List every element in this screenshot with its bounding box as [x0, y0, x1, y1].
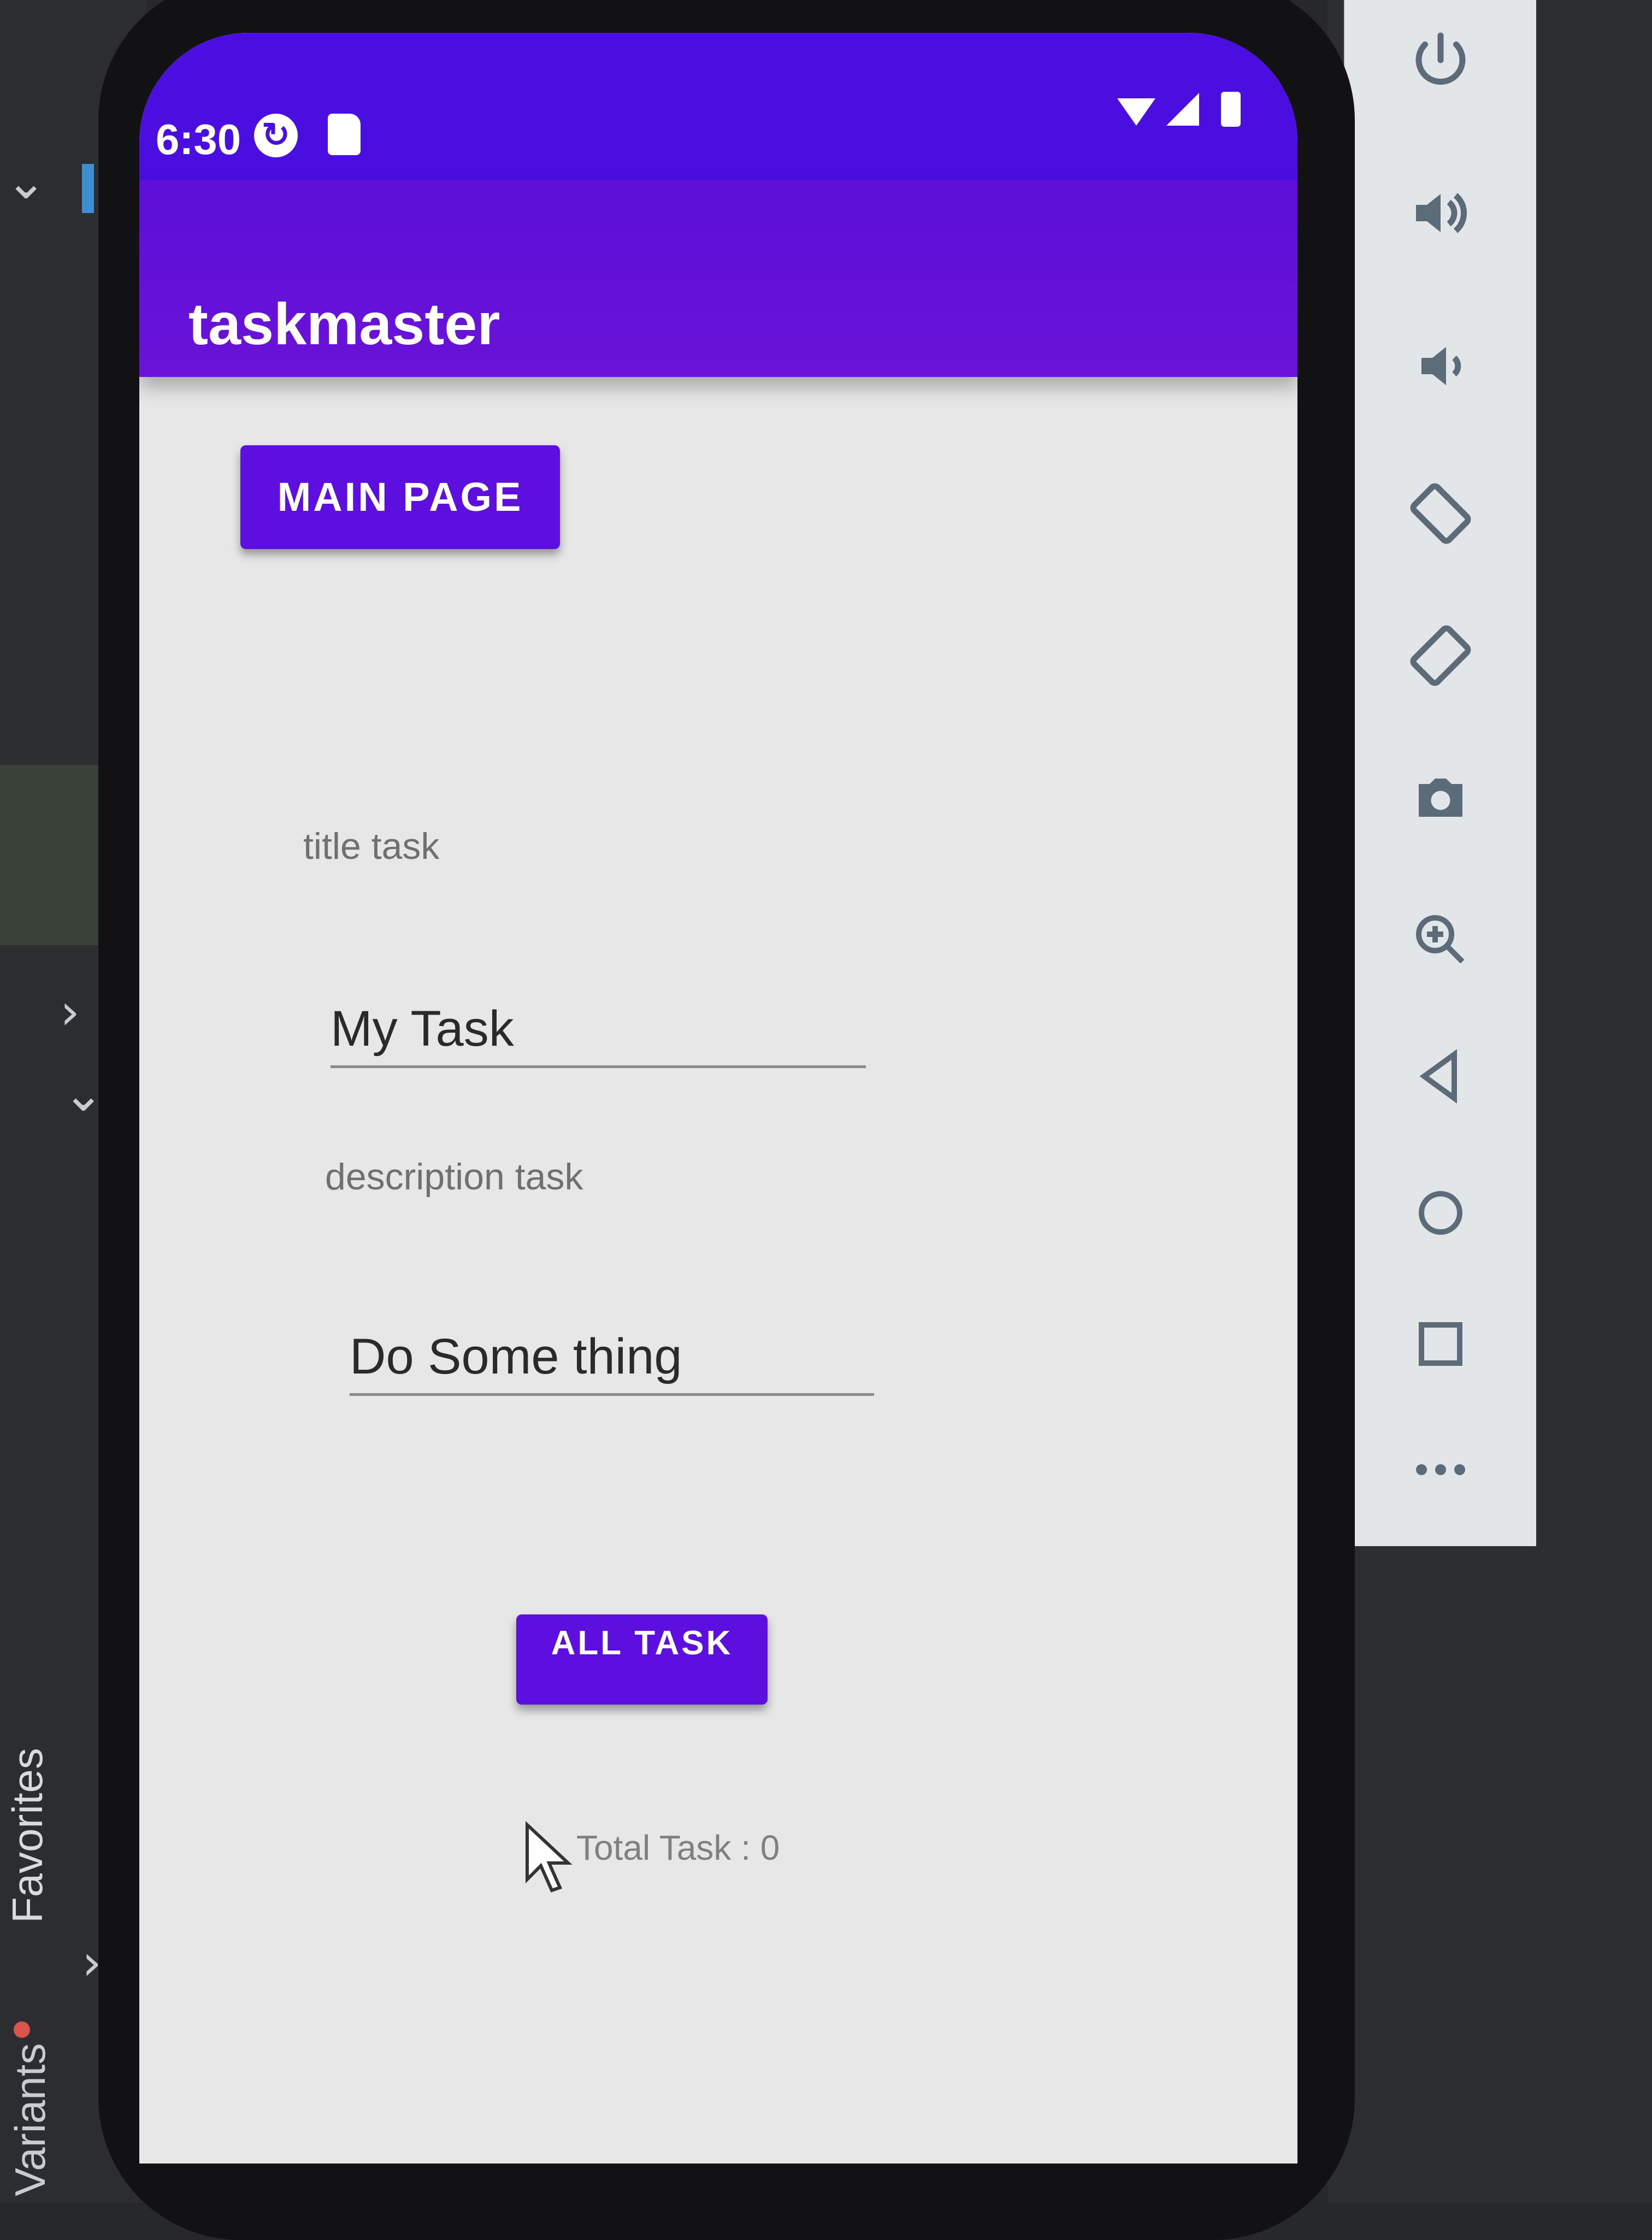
phone-screen: 6:30 ↻ taskmaster MAIN PAGE title task M…: [139, 33, 1297, 2164]
app-title: taskmaster: [188, 291, 500, 357]
overview-icon[interactable]: [1345, 1289, 1536, 1399]
chevron-down-icon[interactable]: ⌄: [5, 153, 46, 210]
description-input[interactable]: Do Some thing: [350, 1306, 874, 1396]
status-indicators: [1117, 92, 1241, 127]
zoom-icon[interactable]: [1345, 885, 1536, 994]
home-icon[interactable]: [1345, 1158, 1536, 1268]
power-icon[interactable]: [1345, 5, 1536, 115]
status-bar: 6:30 ↻: [139, 33, 1297, 180]
total-task-count: Total Task : 0: [576, 1828, 780, 1867]
all-task-button[interactable]: ALL TASK: [516, 1614, 768, 1705]
signal-icon: [1166, 93, 1199, 126]
main-page-button[interactable]: MAIN PAGE: [240, 445, 560, 549]
battery-icon: [1221, 92, 1241, 127]
camera-icon[interactable]: [1345, 743, 1536, 852]
rotate-right-icon[interactable]: [1345, 601, 1536, 710]
chevron-right-icon[interactable]: ›: [60, 983, 80, 1041]
main-content: MAIN PAGE title task My Task description…: [139, 377, 1297, 2164]
volume-down-icon[interactable]: [1345, 311, 1536, 421]
side-tab-variants[interactable]: Variants: [5, 2043, 55, 2196]
notification-icon: ↻: [254, 114, 298, 157]
title-input[interactable]: My Task: [331, 978, 866, 1068]
wifi-icon: [1117, 98, 1155, 126]
sd-card-icon: [328, 114, 361, 155]
mouse-cursor-icon: [526, 1821, 573, 1893]
emulator-toolbar: [1344, 0, 1536, 1546]
description-task-label: description task: [325, 1156, 583, 1198]
gutter-marker: [82, 164, 94, 213]
back-icon[interactable]: [1345, 1022, 1536, 1131]
description-input-value: Do Some thing: [350, 1329, 682, 1384]
volume-up-icon[interactable]: [1345, 158, 1536, 268]
rotate-left-icon[interactable]: [1345, 459, 1536, 568]
app-bar: taskmaster: [139, 180, 1297, 377]
title-input-value: My Task: [331, 1001, 514, 1057]
variants-indicator-dot: [14, 2021, 30, 2038]
side-tab-favorites[interactable]: Favorites: [3, 1748, 52, 1923]
more-icon[interactable]: [1345, 1415, 1536, 1524]
title-task-label: title task: [303, 826, 440, 867]
status-time: 6:30: [156, 115, 241, 163]
